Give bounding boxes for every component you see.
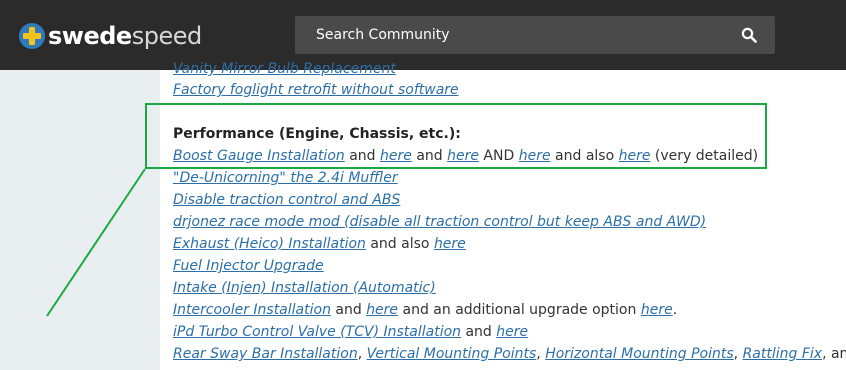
- search-icon[interactable]: [741, 27, 757, 43]
- list-item: "De-Unicorning" the 2.4i Muffler: [173, 168, 398, 188]
- rattling-fix-link[interactable]: Rattling Fix: [743, 346, 823, 362]
- traction-control-link[interactable]: Disable traction control and ABS: [173, 192, 400, 208]
- intercooler-here-link[interactable]: here: [366, 302, 398, 318]
- foglight-retrofit-link[interactable]: Factory foglight retrofit without softwa…: [173, 82, 459, 98]
- list-item: Disable traction control and ABS: [173, 190, 400, 210]
- text: and also: [550, 148, 619, 164]
- intercooler-upgrade-link[interactable]: here: [641, 302, 673, 318]
- vertical-mounting-link[interactable]: Vertical Mounting Points: [367, 346, 537, 362]
- boost-gauge-link[interactable]: Boost Gauge Installation: [173, 148, 345, 164]
- article-content: Vanity Mirror Bulb Replacement Factory f…: [160, 61, 846, 370]
- list-item: Fuel Injector Upgrade: [173, 256, 324, 276]
- muffler-link[interactable]: "De-Unicorning" the 2.4i Muffler: [173, 170, 398, 186]
- section-heading: Performance (Engine, Chassis, etc.):: [173, 126, 461, 142]
- text: ,: [536, 346, 546, 362]
- logo-cross-icon: [19, 23, 45, 49]
- list-item: Factory foglight retrofit without softwa…: [173, 80, 459, 100]
- text: and also: [365, 236, 434, 252]
- logo-part1: swede: [48, 22, 132, 50]
- list-item: drjonez race mode mod (disable all tract…: [173, 212, 706, 232]
- text: and: [330, 302, 367, 318]
- text: .: [672, 302, 678, 318]
- list-item: Intercooler Installation and here and an…: [173, 300, 677, 320]
- boost-here-link[interactable]: here: [447, 148, 479, 164]
- text: and an additional upgrade option: [398, 302, 641, 318]
- tcv-here-link[interactable]: here: [496, 324, 528, 340]
- text: and: [461, 324, 497, 340]
- text: ,: [357, 346, 367, 362]
- site-logo[interactable]: swedespeed: [19, 22, 202, 50]
- boost-here-link[interactable]: here: [519, 148, 551, 164]
- intercooler-link[interactable]: Intercooler Installation: [173, 302, 331, 318]
- boost-here-link[interactable]: here: [380, 148, 412, 164]
- list-item: Rear Sway Bar Installation, Vertical Mou…: [173, 344, 846, 364]
- text: ,: [733, 346, 743, 362]
- text: AND: [478, 148, 519, 164]
- text: and: [411, 148, 448, 164]
- vanity-mirror-link[interactable]: Vanity Mirror Bulb Replacement: [173, 61, 396, 77]
- exhaust-here-link[interactable]: here: [434, 236, 466, 252]
- fuel-injector-link[interactable]: Fuel Injector Upgrade: [173, 258, 324, 274]
- sway-bar-link[interactable]: Rear Sway Bar Installation: [173, 346, 358, 362]
- tcv-link[interactable]: iPd Turbo Control Valve (TCV) Installati…: [173, 324, 461, 340]
- text: (very detailed): [650, 148, 759, 164]
- list-item: Vanity Mirror Bulb Replacement: [173, 59, 396, 79]
- text: , and: [822, 346, 846, 362]
- top-navigation-bar: swedespeed: [0, 0, 846, 70]
- boost-here-link[interactable]: here: [619, 148, 651, 164]
- intake-link[interactable]: Intake (Injen) Installation (Automatic): [173, 280, 436, 296]
- logo-part2: speed: [131, 22, 203, 50]
- search-bar: [295, 16, 775, 54]
- exhaust-link[interactable]: Exhaust (Heico) Installation: [173, 236, 366, 252]
- search-input[interactable]: [316, 26, 716, 44]
- list-item: iPd Turbo Control Valve (TCV) Installati…: [173, 322, 528, 342]
- text: and: [344, 148, 381, 164]
- list-item: Exhaust (Heico) Installation and also he…: [173, 234, 466, 254]
- logo-wordmark: swedespeed: [48, 22, 202, 50]
- race-mode-link[interactable]: drjonez race mode mod (disable all tract…: [173, 214, 706, 230]
- list-item: Boost Gauge Installation and here and he…: [173, 146, 758, 166]
- list-item: Intake (Injen) Installation (Automatic): [173, 278, 436, 298]
- horizontal-mounting-link[interactable]: Horizontal Mounting Points: [545, 346, 733, 362]
